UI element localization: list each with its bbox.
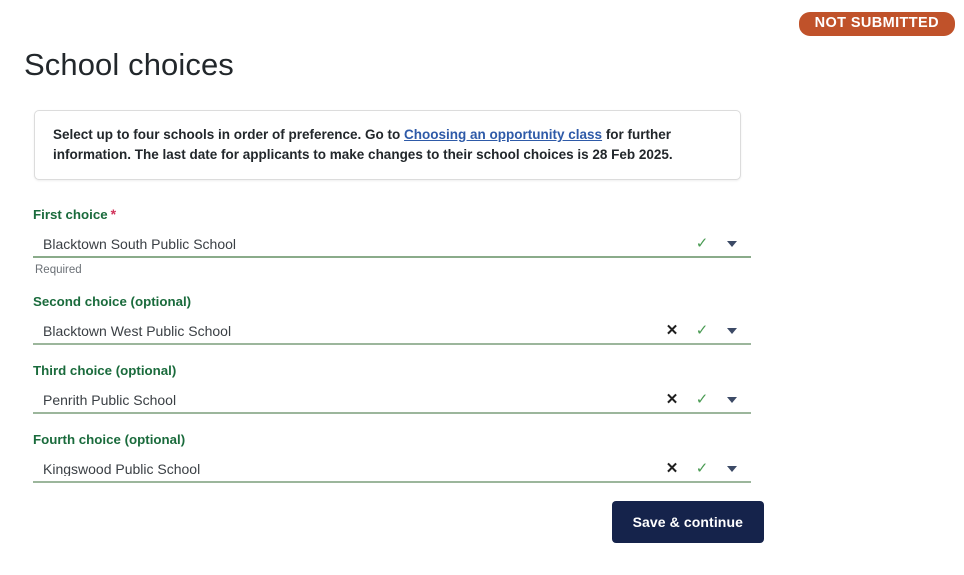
check-icon: ✓ [687,320,717,342]
page-container: School choices Select up to four schools… [0,0,964,543]
info-callout-text: Select up to four schools in order of pr… [53,125,722,164]
required-asterisk-icon: * [110,206,117,222]
clear-icon[interactable]: ✕ [657,458,687,480]
field-group-first-choice: First choice * Blacktown South Public Sch… [33,206,964,276]
check-icon-glyph: ✓ [695,322,709,339]
helper-text-first-choice: Required [35,264,82,276]
select-fourth-choice[interactable]: Kingswood Public School ✕ ✓ [33,456,751,483]
chevron-down-icon-glyph [727,465,737,472]
label-third-choice: Third choice (optional) [33,363,177,378]
select-first-choice-value: Blacktown South Public School [43,236,236,251]
chevron-down-icon[interactable] [717,389,747,411]
field-group-third-choice: Third choice (optional) Penrith Public S… [33,363,964,414]
select-fourth-choice-value: Kingswood Public School [43,461,201,476]
info-text-before-link: Select up to four schools in order of pr… [53,127,405,142]
school-choices-form: First choice * Blacktown South Public Sch… [33,206,964,543]
check-icon: ✓ [687,458,717,480]
chevron-down-icon-glyph [727,327,737,334]
check-icon-glyph: ✓ [695,235,709,252]
select-third-choice-value: Penrith Public School [43,392,177,407]
status-badge-container: NOT SUBMITTED [798,12,955,36]
select-second-choice-icons: ✕ ✓ [657,320,751,342]
select-first-choice[interactable]: Blacktown South Public School ✓ [33,231,751,258]
clear-icon[interactable]: ✕ [657,320,687,342]
chevron-down-icon-glyph [727,396,737,403]
chevron-down-icon[interactable] [717,458,747,480]
select-first-choice-icons: ✓ [657,233,751,255]
clear-icon-glyph: ✕ [665,391,679,408]
select-third-choice-icons: ✕ ✓ [657,389,751,411]
check-icon: ✓ [687,233,717,255]
chevron-down-icon[interactable] [717,320,747,342]
clear-icon-glyph: ✕ [665,322,679,339]
check-icon: ✓ [687,389,717,411]
form-actions: Save & continue [33,501,764,543]
label-second-choice: Second choice (optional) [33,294,192,309]
field-group-second-choice: Second choice (optional) Blacktown West … [33,294,964,345]
select-third-choice[interactable]: Penrith Public School ✕ ✓ [33,387,751,414]
label-first-choice: First choice * [33,206,964,222]
status-badge: NOT SUBMITTED [798,12,955,36]
clear-icon-placeholder [657,233,687,255]
info-callout: Select up to four schools in order of pr… [34,110,741,180]
clear-icon[interactable]: ✕ [657,389,687,411]
save-and-continue-button[interactable]: Save & continue [611,501,764,543]
select-second-choice-value: Blacktown West Public School [43,323,232,338]
choosing-an-opportunity-class-link[interactable]: Choosing an opportunity class [404,127,602,142]
label-fourth-choice: Fourth choice (optional) [33,432,186,447]
clear-icon-glyph: ✕ [665,460,679,477]
chevron-down-icon-glyph [727,240,737,247]
chevron-down-icon[interactable] [717,233,747,255]
check-icon-glyph: ✓ [695,460,709,477]
check-icon-glyph: ✓ [695,391,709,408]
select-second-choice[interactable]: Blacktown West Public School ✕ ✓ [33,318,751,345]
field-group-fourth-choice: Fourth choice (optional) Kingswood Publi… [33,432,964,483]
select-fourth-choice-icons: ✕ ✓ [657,458,751,480]
label-first-choice-text: First choice [33,207,108,222]
